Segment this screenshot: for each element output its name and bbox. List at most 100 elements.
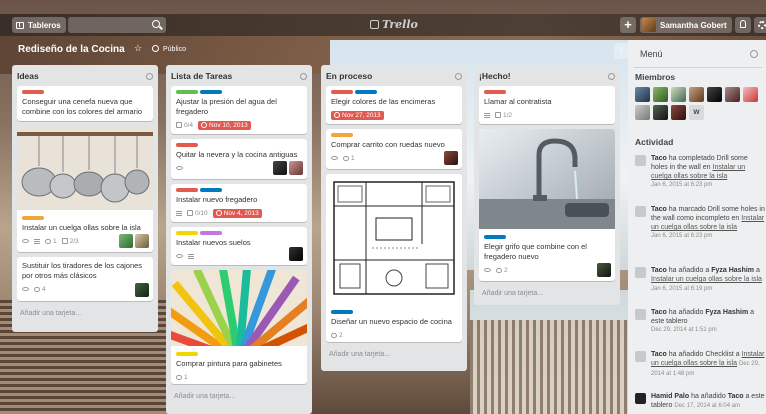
checklist-count: 0/4 [184, 121, 194, 129]
close-icon[interactable] [750, 50, 758, 58]
card[interactable]: Ajustar la presión del agua del fregader… [171, 86, 307, 134]
card[interactable]: Conseguir una cenefa nueva que combine c… [17, 86, 153, 121]
activity-target-user[interactable]: Taco [728, 393, 744, 400]
member-avatar[interactable] [273, 161, 287, 175]
add-card-button[interactable]: Añadir una tarjeta... [479, 286, 615, 299]
activity-item: Taco ha añadido Fyza Hashim a este table… [635, 308, 765, 335]
eye-icon [176, 254, 183, 258]
member-avatar[interactable] [635, 105, 650, 120]
member-avatar[interactable] [707, 87, 722, 102]
member-avatar[interactable] [725, 87, 740, 102]
card[interactable]: Instalar nuevo fregadero 0/10 Nov 4, 201… [171, 184, 307, 222]
activity-card-link[interactable]: Instalar un cuelga ollas sobre la isla [651, 276, 762, 283]
eye-icon [484, 268, 491, 272]
card-label [200, 188, 222, 192]
list-menu-icon[interactable] [300, 72, 307, 80]
card[interactable]: Elegir colores de las encimeras Nov 27, … [326, 86, 462, 124]
activity-avatar[interactable] [635, 206, 646, 217]
globe-icon[interactable] [152, 45, 159, 52]
activity-text: ha añadido [668, 309, 704, 316]
add-card-button[interactable]: Añadir una tarjeta... [326, 347, 462, 360]
member-avatar[interactable] [635, 87, 650, 102]
sidebar-collapse-button[interactable]: › [614, 43, 628, 59]
add-card-button[interactable]: Añadir una tarjeta... [17, 306, 153, 319]
add-card-button[interactable]: Añadir una tarjeta... [171, 389, 307, 402]
list-title[interactable]: ¡Hecho! [479, 71, 511, 81]
card[interactable]: Llamar al contratista 1/2 [479, 86, 615, 124]
list-title[interactable]: Lista de Tareas [171, 71, 232, 81]
activity-date: Dec 17, 2014 at 6:04 am [674, 403, 741, 409]
member-avatar[interactable] [653, 105, 668, 120]
member-avatar[interactable] [653, 87, 668, 102]
activity-avatar[interactable] [635, 155, 646, 166]
activity-user[interactable]: Hamid Palo [651, 393, 689, 400]
star-icon[interactable]: ☆ [134, 43, 142, 54]
due-date-badge: Nov 10, 2013 [198, 120, 251, 130]
member-avatar[interactable] [689, 87, 704, 102]
card[interactable]: Instalar nuevos suelos [171, 227, 307, 265]
card[interactable]: Elegir grifo que combine con el fregader… [479, 129, 615, 281]
member-avatar[interactable] [119, 234, 133, 248]
member-avatar[interactable] [597, 263, 611, 277]
member-avatar[interactable] [671, 87, 686, 102]
activity-avatar[interactable] [635, 267, 646, 278]
card-title: Sustituir los tiradores de los cajones p… [22, 261, 143, 280]
activity-avatar[interactable] [635, 309, 646, 320]
trello-logo-icon [370, 20, 379, 29]
activity-target-user[interactable]: Fyza Hashim [705, 309, 748, 316]
activity-date: Jan 6, 2015 at 6:19 pm [651, 286, 713, 292]
activity-item: Taco ha completado Drill some holes in t… [635, 154, 765, 190]
comment-count: 1 [53, 237, 57, 245]
comment-count: 1 [351, 154, 355, 162]
activity-user[interactable]: Taco [651, 267, 667, 274]
list-menu-icon[interactable] [146, 72, 153, 80]
list-menu-icon[interactable] [608, 72, 615, 80]
logo-text: Trello [382, 18, 418, 31]
card[interactable]: Comprar carrito con ruedas nuevo 1 [326, 129, 462, 169]
trello-logo[interactable]: Trello [370, 18, 418, 31]
eye-icon [331, 156, 338, 160]
board-title[interactable]: Rediseño de la Cocina [18, 44, 125, 55]
boards-button[interactable]: Tableros [12, 17, 66, 33]
notifications-button[interactable] [735, 17, 751, 33]
add-button[interactable]: + [620, 17, 636, 33]
list-title[interactable]: Ideas [17, 71, 39, 81]
activity-avatar[interactable] [635, 393, 646, 404]
comment-icon [34, 286, 40, 292]
eye-icon [22, 239, 29, 243]
list-menu-icon[interactable] [455, 72, 462, 80]
activity-item: Taco ha añadido a Fyza Hashim a Instalar… [635, 266, 765, 294]
member-avatar[interactable] [135, 283, 149, 297]
member-avatar[interactable] [671, 105, 686, 120]
member-avatar[interactable] [135, 234, 149, 248]
settings-button[interactable] [754, 17, 766, 33]
card[interactable]: Sustituir los tiradores de los cajones p… [17, 257, 153, 301]
list-tareas: Lista de Tareas Ajustar la presión del a… [166, 65, 312, 414]
background-blinds-right [470, 320, 630, 414]
visibility-label[interactable]: Público [163, 46, 186, 53]
card-label [176, 352, 198, 356]
activity-user[interactable]: Taco [651, 351, 667, 358]
menu-title: Menú [640, 49, 663, 59]
activity-target-user[interactable]: Fyza Hashim [711, 267, 754, 274]
list-title[interactable]: En proceso [326, 71, 372, 81]
comment-count: 2 [504, 266, 508, 274]
eye-icon [176, 166, 183, 170]
activity-user[interactable]: Taco [651, 155, 667, 162]
card-title: Llamar al contratista [484, 97, 552, 106]
member-avatar[interactable] [743, 87, 758, 102]
member-avatar[interactable] [289, 247, 303, 261]
card[interactable]: Instalar un cuelga ollas sobre la isla 1… [17, 126, 153, 252]
activity-user[interactable]: Taco [651, 206, 667, 213]
card[interactable]: Diseñar un nuevo espacio de cocina 2 [326, 174, 462, 342]
activity-avatar[interactable] [635, 351, 646, 362]
search-input[interactable] [68, 17, 166, 33]
card[interactable]: Quitar la nevera y la cocina antiguas [171, 139, 307, 179]
checklist-icon [187, 210, 193, 216]
member-avatar-initial[interactable]: W [689, 105, 704, 120]
activity-user[interactable]: Taco [651, 309, 667, 316]
member-avatar[interactable] [444, 151, 458, 165]
user-menu-button[interactable]: Samantha Gobert [640, 17, 732, 33]
card[interactable]: Comprar pintura para gabinetes 1 [171, 270, 307, 384]
member-avatar[interactable] [289, 161, 303, 175]
